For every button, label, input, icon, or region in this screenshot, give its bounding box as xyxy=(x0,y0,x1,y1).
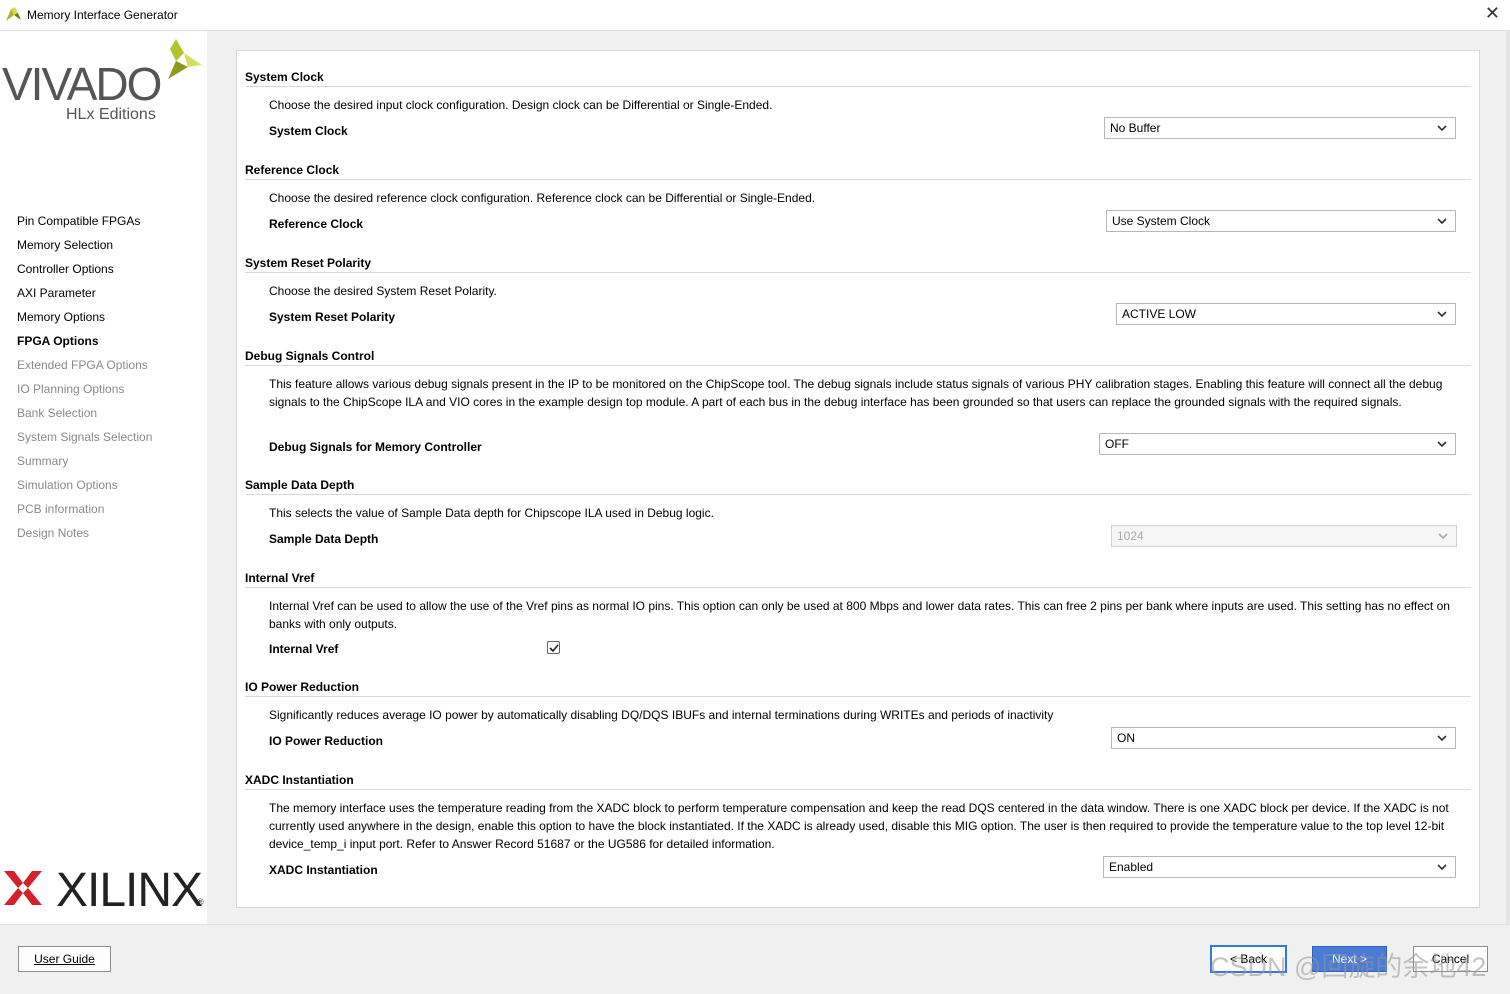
chevron-down-icon xyxy=(1437,125,1447,132)
checkmark-icon xyxy=(549,644,559,653)
reference-clock-label: Reference Clock xyxy=(269,217,364,231)
cancel-label: Cancel xyxy=(1431,952,1470,966)
reference-clock-section: Reference Clock Choose the desired refer… xyxy=(245,161,1471,232)
section-title: System Reset Polarity xyxy=(245,254,1471,273)
io-power-value: ON xyxy=(1117,731,1135,745)
section-title: Sample Data Depth xyxy=(245,476,1471,495)
nav-item-system-signals-selection: System Signals Selection xyxy=(17,430,153,444)
system-clock-dropdown[interactable]: No Buffer xyxy=(1104,117,1456,139)
sample-depth-section: Sample Data Depth This selects the value… xyxy=(245,476,1471,547)
reset-polarity-label: System Reset Polarity xyxy=(269,310,396,324)
section-description: Choose the desired input clock configura… xyxy=(269,98,773,112)
user-guide-label: User Guide xyxy=(34,952,95,966)
sample-depth-label: Sample Data Depth xyxy=(269,532,379,546)
nav-item-memory-options[interactable]: Memory Options xyxy=(17,305,152,329)
section-title: IO Power Reduction xyxy=(245,678,1471,697)
system-clock-section: System Clock Choose the desired input cl… xyxy=(245,68,1471,139)
nav-item-memory-selection[interactable]: Memory Selection xyxy=(17,233,152,257)
title-bar: Memory Interface Generator ✕ xyxy=(0,0,1510,31)
sample-depth-dropdown: 1024 xyxy=(1111,525,1457,547)
section-description: Choose the desired System Reset Polarity… xyxy=(269,284,497,298)
section-description: The memory interface uses the temperatur… xyxy=(269,801,1449,851)
next-button[interactable]: Next > xyxy=(1312,946,1387,972)
xilinx-wordmark: XILINX xyxy=(56,864,203,917)
reset-polarity-section: System Reset Polarity Choose the desired… xyxy=(245,254,1471,325)
xilinx-logo: XILINX ® xyxy=(2,861,207,917)
section-title: Internal Vref xyxy=(245,569,1471,588)
sidebar: VIVADO HLx Editions Pin Compatible FPGAs… xyxy=(0,31,207,924)
io-power-section: IO Power Reduction Significantly reduces… xyxy=(245,678,1471,749)
nav-item-axi-parameter[interactable]: AXI Parameter xyxy=(17,281,152,305)
nav-item-fpga-options[interactable]: FPGA Options xyxy=(17,329,152,353)
footer-bar: User Guide < Back Next > Cancel xyxy=(0,924,1510,994)
wizard-steps-list: Pin Compatible FPGAs Memory Selection Co… xyxy=(17,209,152,545)
debug-signals-dropdown[interactable]: OFF xyxy=(1099,433,1456,455)
chevron-down-icon xyxy=(1437,864,1447,871)
debug-signals-label: Debug Signals for Memory Controller xyxy=(269,440,482,454)
user-guide-button[interactable]: User Guide xyxy=(18,946,111,972)
section-description: This selects the value of Sample Data de… xyxy=(269,506,714,520)
section-description: Significantly reduces average IO power b… xyxy=(269,708,1054,722)
nav-item-pin-compatible-fpgas[interactable]: Pin Compatible FPGAs xyxy=(17,209,152,233)
chevron-down-icon xyxy=(1437,735,1447,742)
debug-signals-value: OFF xyxy=(1105,437,1129,451)
section-description: Internal Vref can be used to allow the u… xyxy=(269,599,1450,631)
nav-item-pcb-information: PCB information xyxy=(17,502,105,516)
chevron-down-icon xyxy=(1437,311,1447,318)
internal-vref-section: Internal Vref Internal Vref can be used … xyxy=(245,569,1471,656)
vivado-leaf-icon xyxy=(168,39,202,79)
next-label: Next > xyxy=(1331,952,1367,966)
section-title: System Clock xyxy=(245,68,1471,87)
internal-vref-checkbox[interactable] xyxy=(547,641,560,654)
vivado-wordmark: VIVADO xyxy=(2,58,162,110)
reset-polarity-dropdown[interactable]: ACTIVE LOW xyxy=(1116,303,1456,325)
reference-clock-dropdown[interactable]: Use System Clock xyxy=(1106,210,1456,232)
back-label: < Back xyxy=(1229,952,1268,966)
internal-vref-label: Internal Vref xyxy=(269,642,339,656)
section-title: Debug Signals Control xyxy=(245,347,1471,366)
fpga-options-panel: System Clock Choose the desired input cl… xyxy=(236,50,1480,908)
chevron-down-icon xyxy=(1438,533,1448,540)
system-clock-label: System Clock xyxy=(269,124,348,138)
nav-item-simulation-options: Simulation Options xyxy=(17,478,118,492)
chevron-down-icon xyxy=(1437,441,1447,448)
vivado-logo: VIVADO HLx Editions xyxy=(2,35,207,145)
nav-item-bank-selection: Bank Selection xyxy=(17,406,98,420)
registered-mark: ® xyxy=(197,897,204,907)
xadc-section: XADC Instantiation The memory interface … xyxy=(245,771,1471,878)
io-power-dropdown[interactable]: ON xyxy=(1111,727,1456,749)
chevron-down-icon xyxy=(1437,218,1447,225)
window-scrollbar[interactable] xyxy=(1506,31,1510,924)
close-icon[interactable]: ✕ xyxy=(1485,3,1500,24)
nav-item-extended-fpga-options: Extended FPGA Options xyxy=(17,358,148,372)
sample-depth-value: 1024 xyxy=(1117,529,1144,543)
xadc-value: Enabled xyxy=(1109,860,1154,874)
system-clock-value: No Buffer xyxy=(1110,121,1161,135)
io-power-label: IO Power Reduction xyxy=(269,734,384,748)
nav-item-summary: Summary xyxy=(17,454,69,468)
vivado-app-icon xyxy=(6,7,22,24)
section-title: Reference Clock xyxy=(245,161,1471,180)
xilinx-x-icon xyxy=(4,871,42,905)
xadc-dropdown[interactable]: Enabled xyxy=(1103,856,1456,878)
section-title: XADC Instantiation xyxy=(245,771,1471,790)
debug-signals-section: Debug Signals Control This feature allow… xyxy=(245,347,1471,455)
window-title: Memory Interface Generator xyxy=(27,8,178,22)
nav-item-io-planning-options: IO Planning Options xyxy=(17,382,125,396)
nav-item-design-notes: Design Notes xyxy=(17,526,90,540)
reference-clock-value: Use System Clock xyxy=(1112,214,1211,228)
xadc-label: XADC Instantiation xyxy=(269,863,378,877)
nav-item-controller-options[interactable]: Controller Options xyxy=(17,257,152,281)
cancel-button[interactable]: Cancel xyxy=(1413,946,1488,972)
reset-polarity-value: ACTIVE LOW xyxy=(1122,307,1197,321)
section-description: This feature allows various debug signal… xyxy=(269,377,1443,409)
back-button[interactable]: < Back xyxy=(1210,945,1287,973)
section-description: Choose the desired reference clock confi… xyxy=(269,191,816,205)
hlx-editions-text: HLx Editions xyxy=(66,106,156,123)
